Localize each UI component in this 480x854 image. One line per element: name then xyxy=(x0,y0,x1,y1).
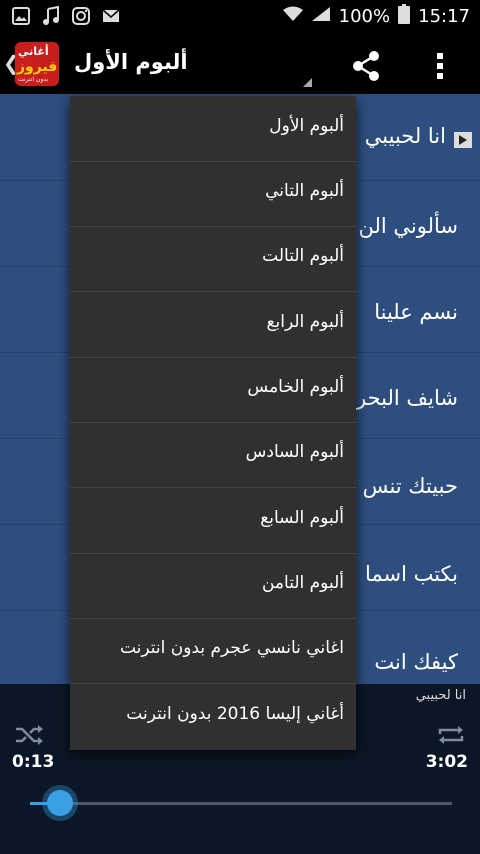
dropdown-item[interactable]: أغاني إليسا 2016 بدون انترنت xyxy=(70,684,356,749)
song-title: شايف البحر xyxy=(356,386,458,410)
song-title: حبيتك تنس xyxy=(362,474,458,498)
signal-icon xyxy=(311,6,331,27)
dropdown-item[interactable]: ألبوم التالت xyxy=(70,226,356,292)
album-spinner-label[interactable]: ألبوم الأول xyxy=(74,50,188,74)
dropdown-item[interactable]: ألبوم التاني xyxy=(70,161,356,227)
share-icon[interactable] xyxy=(350,50,382,82)
dropdown-item[interactable]: ألبوم الرابع xyxy=(70,292,356,358)
more-vert-icon[interactable] xyxy=(428,48,452,84)
dropdown-item[interactable]: ألبوم السادس xyxy=(70,422,356,488)
spinner-dropdown-arrow-icon[interactable] xyxy=(303,78,312,87)
app-logo: أغاني فيروز بدون انترنت xyxy=(15,42,59,86)
play-icon xyxy=(454,132,472,148)
shuffle-icon[interactable] xyxy=(14,724,44,750)
dropdown-item[interactable]: ألبوم الأول xyxy=(70,96,356,162)
song-title: سألوني الن xyxy=(358,214,458,238)
status-bar: 100% 15:17 xyxy=(0,0,480,33)
dropdown-item[interactable]: ألبوم السابع xyxy=(70,488,356,554)
seek-bar-thumb[interactable] xyxy=(46,790,73,816)
app-bar: ❮ أغاني فيروز بدون انترنت ألبوم الأول xyxy=(0,33,480,94)
music-note-icon xyxy=(42,6,60,26)
image-icon xyxy=(12,7,30,25)
current-time: 0:13 xyxy=(12,752,55,772)
instagram-icon xyxy=(72,7,90,25)
battery-icon xyxy=(398,4,411,29)
album-dropdown-menu: ألبوم الأول ألبوم التاني ألبوم التالت أل… xyxy=(70,96,356,750)
repeat-icon[interactable] xyxy=(436,724,466,750)
song-title: كيفك انت xyxy=(374,650,458,674)
battery-percent: 100% xyxy=(338,6,391,27)
mail-icon xyxy=(102,8,120,24)
song-title: بكتب اسما xyxy=(364,562,458,586)
song-title: انا لحبيبي xyxy=(364,124,446,148)
wifi-icon xyxy=(282,6,303,27)
clock: 15:17 xyxy=(418,6,470,27)
now-playing-title: انا لحبيبي xyxy=(415,688,466,703)
seek-bar-track[interactable] xyxy=(30,802,452,805)
song-title: نسم علينا xyxy=(374,300,458,324)
total-time: 3:02 xyxy=(425,752,468,772)
dropdown-item[interactable]: ألبوم الخامس xyxy=(70,357,356,423)
dropdown-item[interactable]: اغاني نانسي عجرم بدون انترنت xyxy=(70,618,356,684)
dropdown-item[interactable]: ألبوم التامن xyxy=(70,553,356,619)
